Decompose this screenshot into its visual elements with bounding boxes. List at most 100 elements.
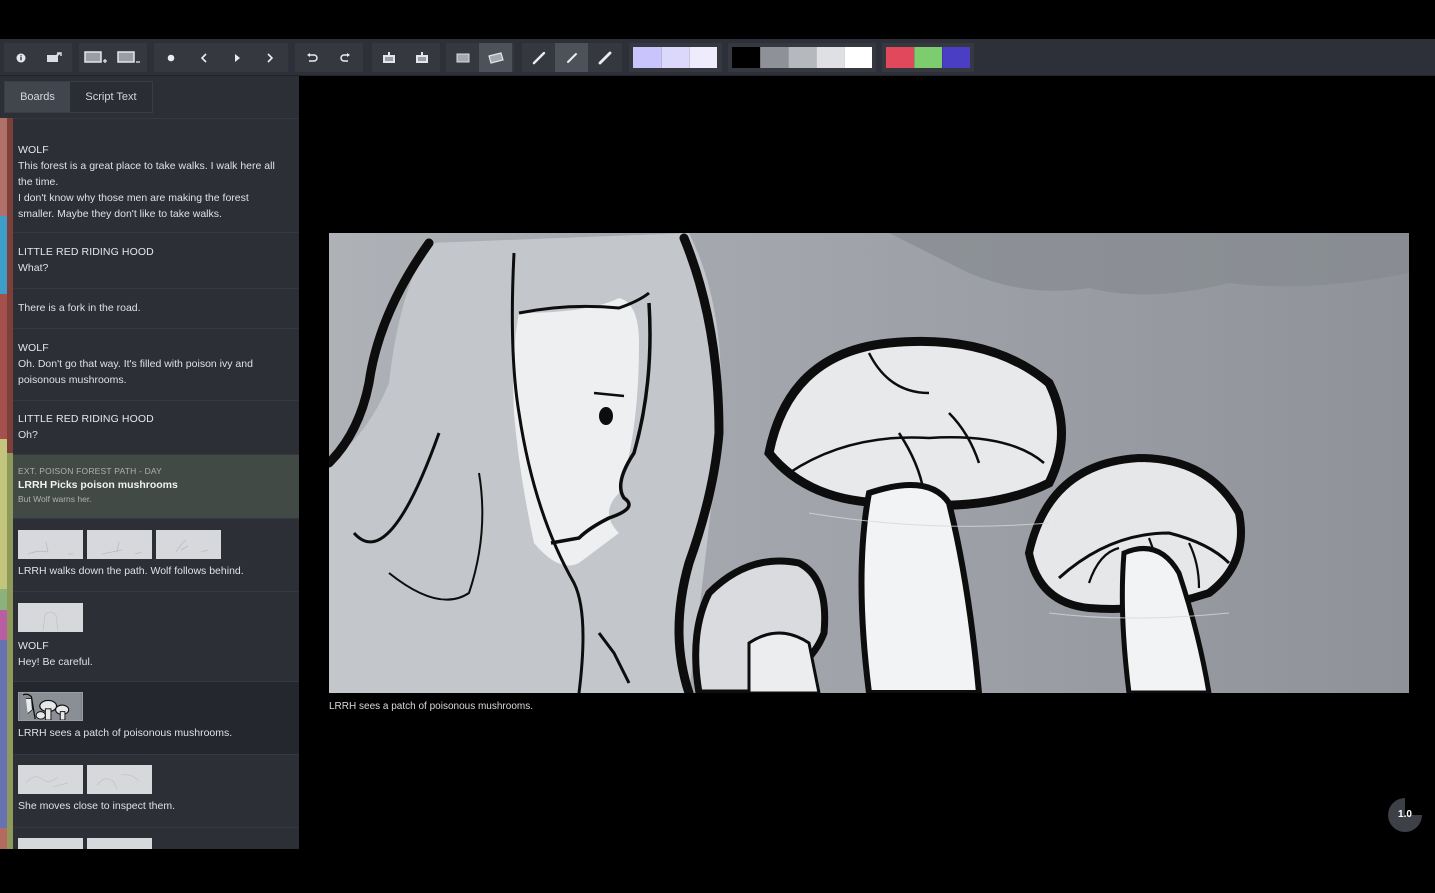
list-item[interactable]: WOLF Hey! Be careful. [13,591,299,681]
dialogue-line: What? [18,262,49,274]
light-table-button[interactable] [479,43,512,72]
export-board-button[interactable] [37,43,70,72]
color-strip [0,589,7,610]
thumbnail-row [18,603,291,632]
remove-board-icon [116,50,140,63]
export-board-icon [46,51,62,62]
dialogue-line: the time. [18,176,59,188]
zoom-level-indicator[interactable]: 1.0 [1386,796,1424,834]
board-thumbnail[interactable] [87,530,152,559]
pencil-icon [532,51,545,64]
board-drawing [329,233,1409,693]
color-swatch[interactable] [661,47,689,68]
gray-palette [728,43,876,72]
list-item[interactable]: LITTLE RED RIDING HOOD Oh? [13,400,299,454]
list-item-selected[interactable]: LRRH sees a patch of poisonous mushrooms… [13,681,299,754]
onion-skin-button[interactable] [446,43,479,72]
sidebar: Boards Script Text WOLF This forest is a… [0,76,299,849]
info-icon [16,53,25,62]
light-palette [629,43,722,72]
brush-tool-button[interactable] [588,43,621,72]
redo-button[interactable] [328,43,361,72]
color-swatch[interactable] [732,47,760,68]
board-thumbnail[interactable] [18,530,83,559]
board-thumbnail[interactable] [87,838,152,849]
board-caption: LRRH sees a patch of poisonous mushrooms… [329,701,533,712]
redo-icon [339,52,350,62]
dialogue-line: Oh? [18,429,38,441]
board-thumbnail[interactable] [87,765,152,794]
dialogue-line: I don't know why those men are making th… [18,192,249,204]
color-swatch[interactable] [844,47,872,68]
board-thumbnail[interactable] [156,530,221,559]
character-name: WOLF [18,640,49,652]
light-table-icon [487,51,504,64]
list-item[interactable]: LRRH walks down the path. Wolf follows b… [13,518,299,591]
color-strip [0,610,7,640]
sidebar-tabs: Boards Script Text [4,81,153,113]
thumbnail-row [18,765,291,794]
list-item[interactable]: WOLF Oh. Don't go that way. It's filled … [13,328,299,400]
board-group [79,43,147,72]
color-swatch[interactable] [942,47,970,68]
character-name: WOLF [18,144,49,156]
character-name: LITTLE RED RIDING HOOD [18,413,154,425]
color-swatch[interactable] [689,47,717,68]
board-thumbnail-active[interactable] [18,692,83,721]
brush-icon [598,51,611,64]
play-button[interactable] [220,43,253,72]
add-board-icon [83,50,107,63]
zoom-level-text: 1.0 [1398,809,1412,820]
previous-icon [200,52,207,63]
board-thumbnail[interactable] [18,765,83,794]
color-swatch[interactable] [886,47,914,68]
paste-board-icon [415,51,428,63]
pencil-tool-button[interactable] [522,43,555,72]
toolbar [0,39,1435,76]
list-item[interactable] [13,827,299,849]
board-thumbnail[interactable] [18,838,83,849]
scene-header[interactable]: EXT. POISON FOREST PATH - DAY LRRH Picks… [13,454,299,518]
list-item[interactable]: She moves close to inspect them. [13,754,299,827]
info-button[interactable] [4,43,37,72]
color-strip [0,118,7,216]
add-board-button[interactable] [79,43,112,72]
remove-board-button[interactable] [112,43,145,72]
play-icon [234,53,240,62]
dialogue-line: Hey! Be careful. [18,656,93,668]
color-swatch[interactable] [788,47,816,68]
color-swatch[interactable] [760,47,788,68]
color-swatch[interactable] [914,47,942,68]
thumbnail-row [18,530,291,559]
brush-group [522,43,622,72]
copy-board-button[interactable] [372,43,405,72]
record-button[interactable] [154,43,187,72]
color-strip [0,640,7,828]
paste-board-button[interactable] [405,43,438,72]
character-name: LITTLE RED RIDING HOOD [18,246,154,258]
pen-icon [566,52,577,63]
dialogue-line: smaller. Maybe they don't like to take w… [18,208,222,220]
previous-button[interactable] [187,43,220,72]
character-name: WOLF [18,342,49,354]
tab-script-text[interactable]: Script Text [70,82,152,112]
list-item[interactable]: WOLF This forest is a great place to tak… [13,118,299,232]
undo-button[interactable] [295,43,328,72]
storyboard-canvas[interactable] [329,233,1409,693]
color-swatch[interactable] [816,47,844,68]
playback-group [154,43,288,72]
scene-title: LRRH Picks poison mushrooms [18,479,178,491]
info-group [4,43,72,72]
thumbnail-row [18,692,291,721]
undo-icon [306,52,318,62]
color-strip [0,828,7,849]
tab-boards[interactable]: Boards [5,82,70,112]
next-icon [266,52,273,63]
onion-skin-icon [456,53,469,62]
board-thumbnail[interactable] [18,603,83,632]
next-button[interactable] [253,43,286,72]
color-swatch[interactable] [633,47,661,68]
list-item[interactable]: There is a fork in the road. [13,288,299,328]
pen-tool-button[interactable] [555,43,588,72]
list-item[interactable]: LITTLE RED RIDING HOOD What? [13,232,299,288]
